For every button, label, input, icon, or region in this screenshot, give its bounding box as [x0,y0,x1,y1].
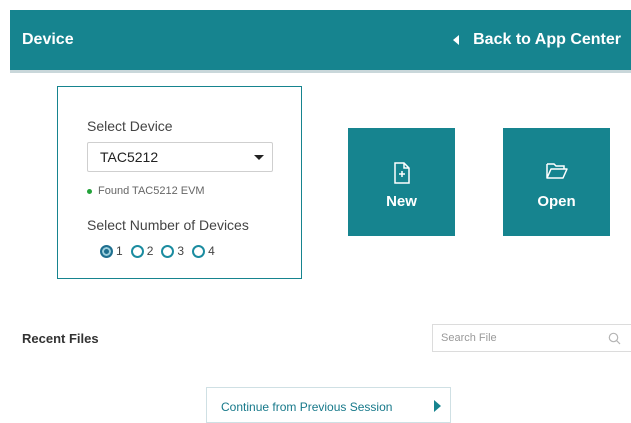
number-of-devices-label: Select Number of Devices [87,217,249,233]
radio-selected-icon [100,244,113,258]
device-count-radio-1[interactable]: 1 [100,244,123,258]
continue-button-label: Continue from Previous Session [221,400,393,414]
device-count-radio-2[interactable]: 2 [130,244,154,258]
header-divider [10,70,631,73]
radio-unselected-icon [130,244,144,258]
radio-label: 3 [177,244,185,258]
recent-files-heading: Recent Files [22,331,99,346]
device-select[interactable]: TAC5212 [87,142,273,172]
radio-unselected-icon [161,244,175,258]
open-button[interactable]: Open [503,128,610,236]
back-link-label: Back to App Center [473,31,621,48]
dropdown-caret-icon [254,155,264,160]
radio-label: 1 [116,244,123,258]
device-select-value: TAC5212 [100,149,159,165]
device-status: Found TAC5212 EVM [87,185,205,197]
device-selection-panel: Select Device TAC5212 Found TAC5212 EVM … [57,86,302,279]
open-button-label: Open [537,193,576,210]
radio-label: 4 [208,244,215,258]
back-to-app-center-link[interactable]: Back to App Center [453,10,621,70]
page-title: Device [22,31,74,48]
new-button[interactable]: New [348,128,455,236]
continue-previous-session-button[interactable]: Continue from Previous Session [206,387,451,423]
search-file-input[interactable]: Search File [432,324,631,352]
top-gap [0,0,631,9]
radio-label: 2 [146,244,154,258]
device-count-radio-4[interactable]: 4 [192,244,215,258]
app-header: Device Back to App Center [10,10,631,70]
chevron-right-icon [434,400,441,412]
new-button-label: New [386,193,417,210]
status-dot-icon [87,188,92,194]
device-status-text: Found TAC5212 EVM [98,185,205,197]
select-device-label: Select Device [87,118,173,134]
new-file-icon [393,162,410,184]
folder-open-icon [545,163,568,179]
device-count-radio-3[interactable]: 3 [161,244,184,258]
device-count-radio-group: 1 2 3 4 [100,244,223,258]
radio-unselected-icon [192,244,206,258]
back-arrow-icon [453,35,460,45]
search-icon[interactable] [608,332,621,345]
search-placeholder: Search File [441,332,497,344]
